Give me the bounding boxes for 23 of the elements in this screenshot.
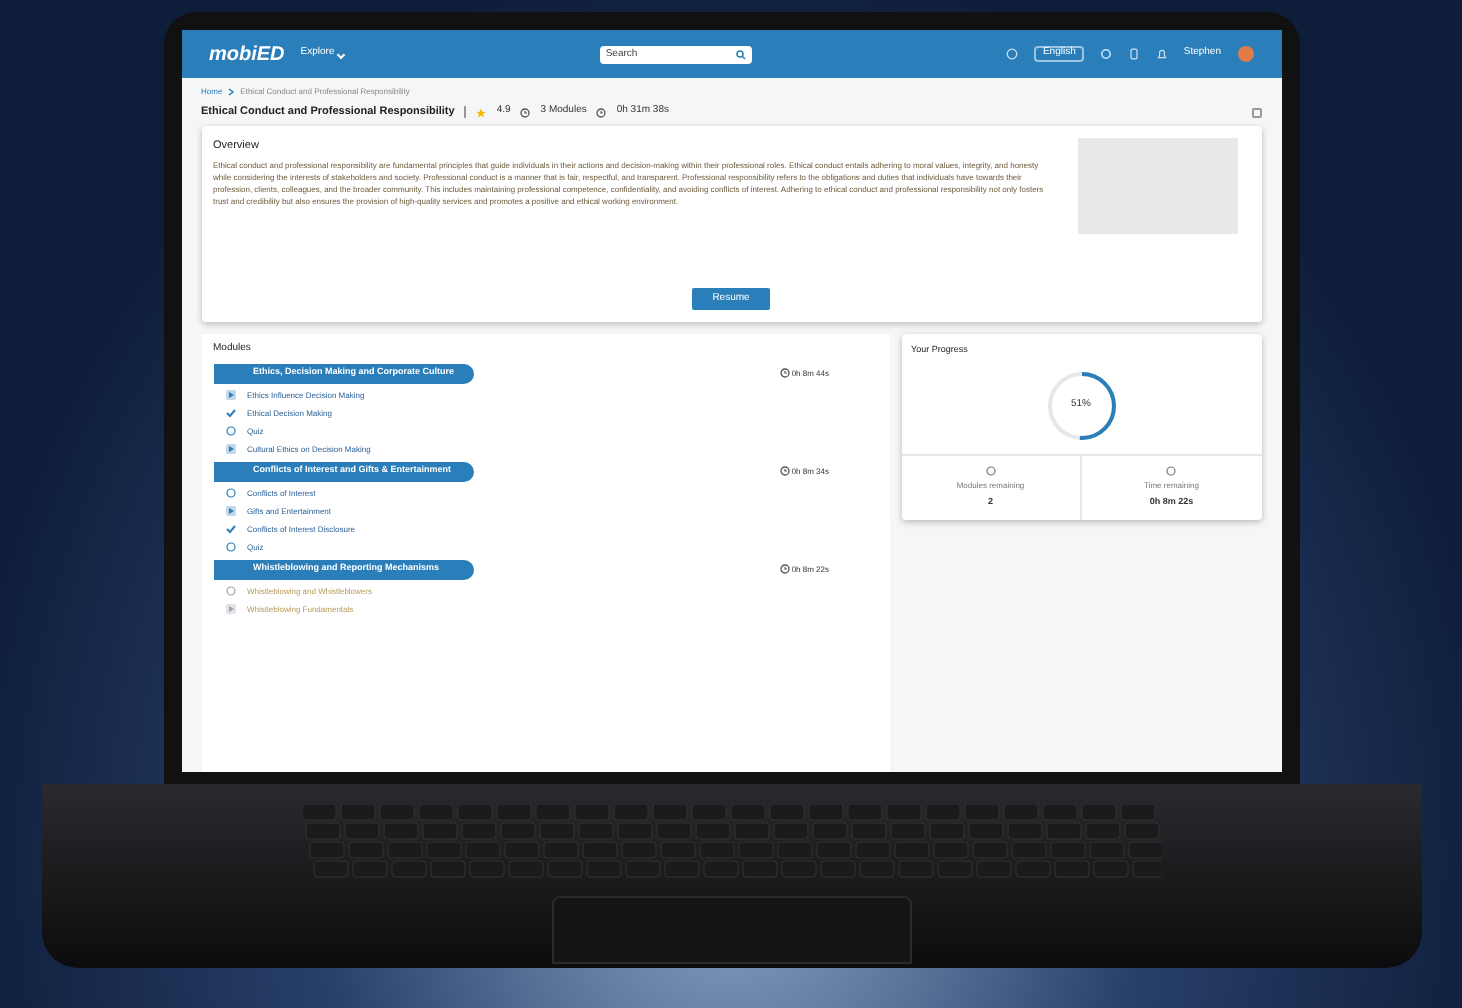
stat-icon [985, 466, 996, 476]
play-icon [225, 506, 235, 517]
check-icon [225, 524, 235, 535]
caret-icon [337, 49, 346, 59]
search-icon [735, 49, 746, 59]
modules-icon [520, 107, 531, 118]
bookmark-icon[interactable] [1251, 107, 1261, 118]
stat-icon [1166, 466, 1177, 476]
chevron-icon [228, 88, 235, 96]
phone-icon[interactable] [1127, 48, 1140, 60]
clock-icon [779, 368, 790, 379]
clock-icon [779, 466, 790, 477]
logo[interactable]: mobiED [209, 39, 285, 69]
clock-icon [779, 564, 790, 575]
play-icon [225, 444, 235, 455]
bell-icon[interactable] [1155, 48, 1168, 60]
check-icon [225, 408, 235, 419]
settings-icon[interactable] [1099, 48, 1112, 60]
clock-icon [596, 107, 607, 118]
play-icon [225, 604, 235, 615]
star-icon [476, 107, 487, 118]
globe-icon [1006, 48, 1019, 60]
play-icon [225, 390, 235, 401]
